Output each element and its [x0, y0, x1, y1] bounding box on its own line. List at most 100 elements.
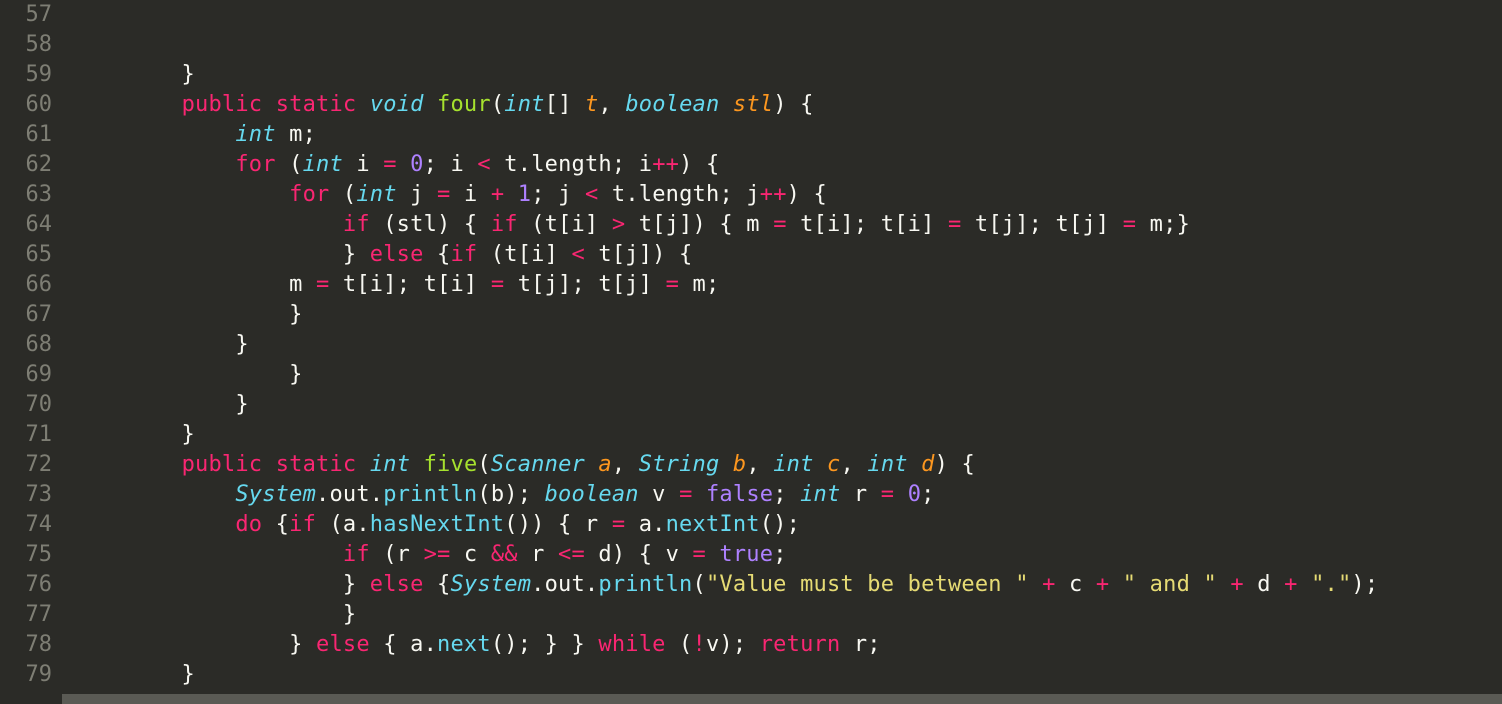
- line-number: 57: [0, 0, 52, 30]
- code-token: println: [598, 572, 692, 597]
- code-token: a.: [625, 512, 665, 537]
- code-token: System: [450, 572, 531, 597]
- horizontal-scrollbar[interactable]: [62, 694, 1502, 704]
- code-token: 0: [410, 152, 423, 177]
- code-line[interactable]: public static int five(Scanner a, String…: [74, 450, 1502, 480]
- code-token: i: [451, 182, 491, 207]
- code-token: t[j]; t[j]: [504, 272, 665, 297]
- code-token: ) {: [935, 452, 975, 477]
- code-token: ;: [921, 482, 934, 507]
- code-token: true: [719, 542, 773, 567]
- code-token: [74, 212, 343, 237]
- code-line[interactable]: m = t[i]; t[i] = t[j]; t[j] = m;: [74, 270, 1502, 300]
- code-token: =: [612, 512, 625, 537]
- code-token: System: [235, 482, 316, 507]
- code-token: return: [760, 632, 841, 657]
- code-token: if: [343, 542, 370, 567]
- code-token: [74, 512, 235, 537]
- code-line[interactable]: public static void four(int[] t, boolean…: [74, 90, 1502, 120]
- code-editor[interactable]: 5758596061626364656667686970717273747576…: [0, 0, 1502, 704]
- code-token: if: [491, 212, 518, 237]
- code-line[interactable]: } else {if (t[i] < t[j]) {: [74, 240, 1502, 270]
- code-token: int: [303, 152, 343, 177]
- code-token: [74, 122, 235, 147]
- code-token: String: [639, 452, 720, 477]
- code-token: [397, 152, 410, 177]
- code-token: b: [733, 452, 746, 477]
- code-token: =: [773, 212, 786, 237]
- code-token: t: [585, 92, 598, 117]
- code-token: =: [383, 152, 396, 177]
- code-token: }: [74, 572, 370, 597]
- code-token: ) {: [679, 152, 719, 177]
- code-token: int: [800, 482, 840, 507]
- code-token: +: [1096, 572, 1109, 597]
- code-token: [74, 542, 343, 567]
- code-line[interactable]: if (stl) { if (t[i] > t[j]) { m = t[i]; …: [74, 210, 1502, 240]
- code-token: for: [235, 152, 275, 177]
- code-token: t[j]) { m: [625, 212, 773, 237]
- code-line[interactable]: if (r >= c && r <= d) { v = true;: [74, 540, 1502, 570]
- line-number: 58: [0, 30, 52, 60]
- code-token: =: [316, 272, 329, 297]
- code-line[interactable]: int m;: [74, 120, 1502, 150]
- code-token: 0: [908, 482, 921, 507]
- code-line[interactable]: } else { a.next(); } } while (!v); retur…: [74, 630, 1502, 660]
- code-line[interactable]: }: [74, 300, 1502, 330]
- code-token: [894, 482, 907, 507]
- code-token: do: [235, 512, 262, 537]
- line-number: 76: [0, 570, 52, 600]
- code-line[interactable]: }: [74, 360, 1502, 390]
- code-token: (); } }: [491, 632, 599, 657]
- code-token: (t[i]: [518, 212, 612, 237]
- code-token: m;: [679, 272, 719, 297]
- code-line[interactable]: }: [74, 60, 1502, 90]
- code-token: hasNextInt: [370, 512, 504, 537]
- code-token: =: [679, 482, 692, 507]
- code-token: [74, 482, 235, 507]
- code-line[interactable]: } else {System.out.println("Value must b…: [74, 570, 1502, 600]
- code-token: ;: [773, 482, 800, 507]
- code-token: v);: [706, 632, 760, 657]
- code-token: !: [693, 632, 706, 657]
- code-token: >: [612, 212, 625, 237]
- line-number: 63: [0, 180, 52, 210]
- line-number: 61: [0, 120, 52, 150]
- code-token: (: [477, 452, 490, 477]
- code-token: { a.: [370, 632, 437, 657]
- code-line[interactable]: for (int i = 0; i < t.length; i++) {: [74, 150, 1502, 180]
- code-line[interactable]: }: [74, 390, 1502, 420]
- code-token: [74, 452, 182, 477]
- code-token: static: [276, 452, 357, 477]
- line-number-gutter: 5758596061626364656667686970717273747576…: [0, 0, 62, 704]
- code-token: i: [343, 152, 383, 177]
- code-line[interactable]: System.out.println(b); boolean v = false…: [74, 480, 1502, 510]
- code-token: =: [1123, 212, 1136, 237]
- line-number: 64: [0, 210, 52, 240]
- line-number: 75: [0, 540, 52, 570]
- code-token: if: [450, 242, 477, 267]
- code-token: [1217, 572, 1230, 597]
- code-token: four: [437, 92, 491, 117]
- code-token: +: [1284, 572, 1297, 597]
- code-token: {: [424, 242, 451, 267]
- code-area[interactable]: } public static void four(int[] t, boole…: [62, 0, 1502, 704]
- code-token: [908, 452, 921, 477]
- code-token: }: [74, 632, 316, 657]
- code-token: {: [424, 572, 451, 597]
- code-token: ) {: [787, 182, 827, 207]
- code-line[interactable]: }: [74, 330, 1502, 360]
- code-token: void: [370, 92, 424, 117]
- code-line[interactable]: do {if (a.hasNextInt()) { r = a.nextInt(…: [74, 510, 1502, 540]
- code-line[interactable]: }: [74, 420, 1502, 450]
- line-number: 60: [0, 90, 52, 120]
- code-line[interactable]: }: [74, 660, 1502, 690]
- code-line[interactable]: for (int j = i + 1; j < t.length; j++) {: [74, 180, 1502, 210]
- code-token: }: [74, 332, 249, 357]
- code-line[interactable]: }: [74, 600, 1502, 630]
- code-token: (: [666, 632, 693, 657]
- code-token: for: [289, 182, 329, 207]
- code-token: int: [867, 452, 907, 477]
- code-token: <=: [558, 542, 585, 567]
- code-token: [1109, 572, 1122, 597]
